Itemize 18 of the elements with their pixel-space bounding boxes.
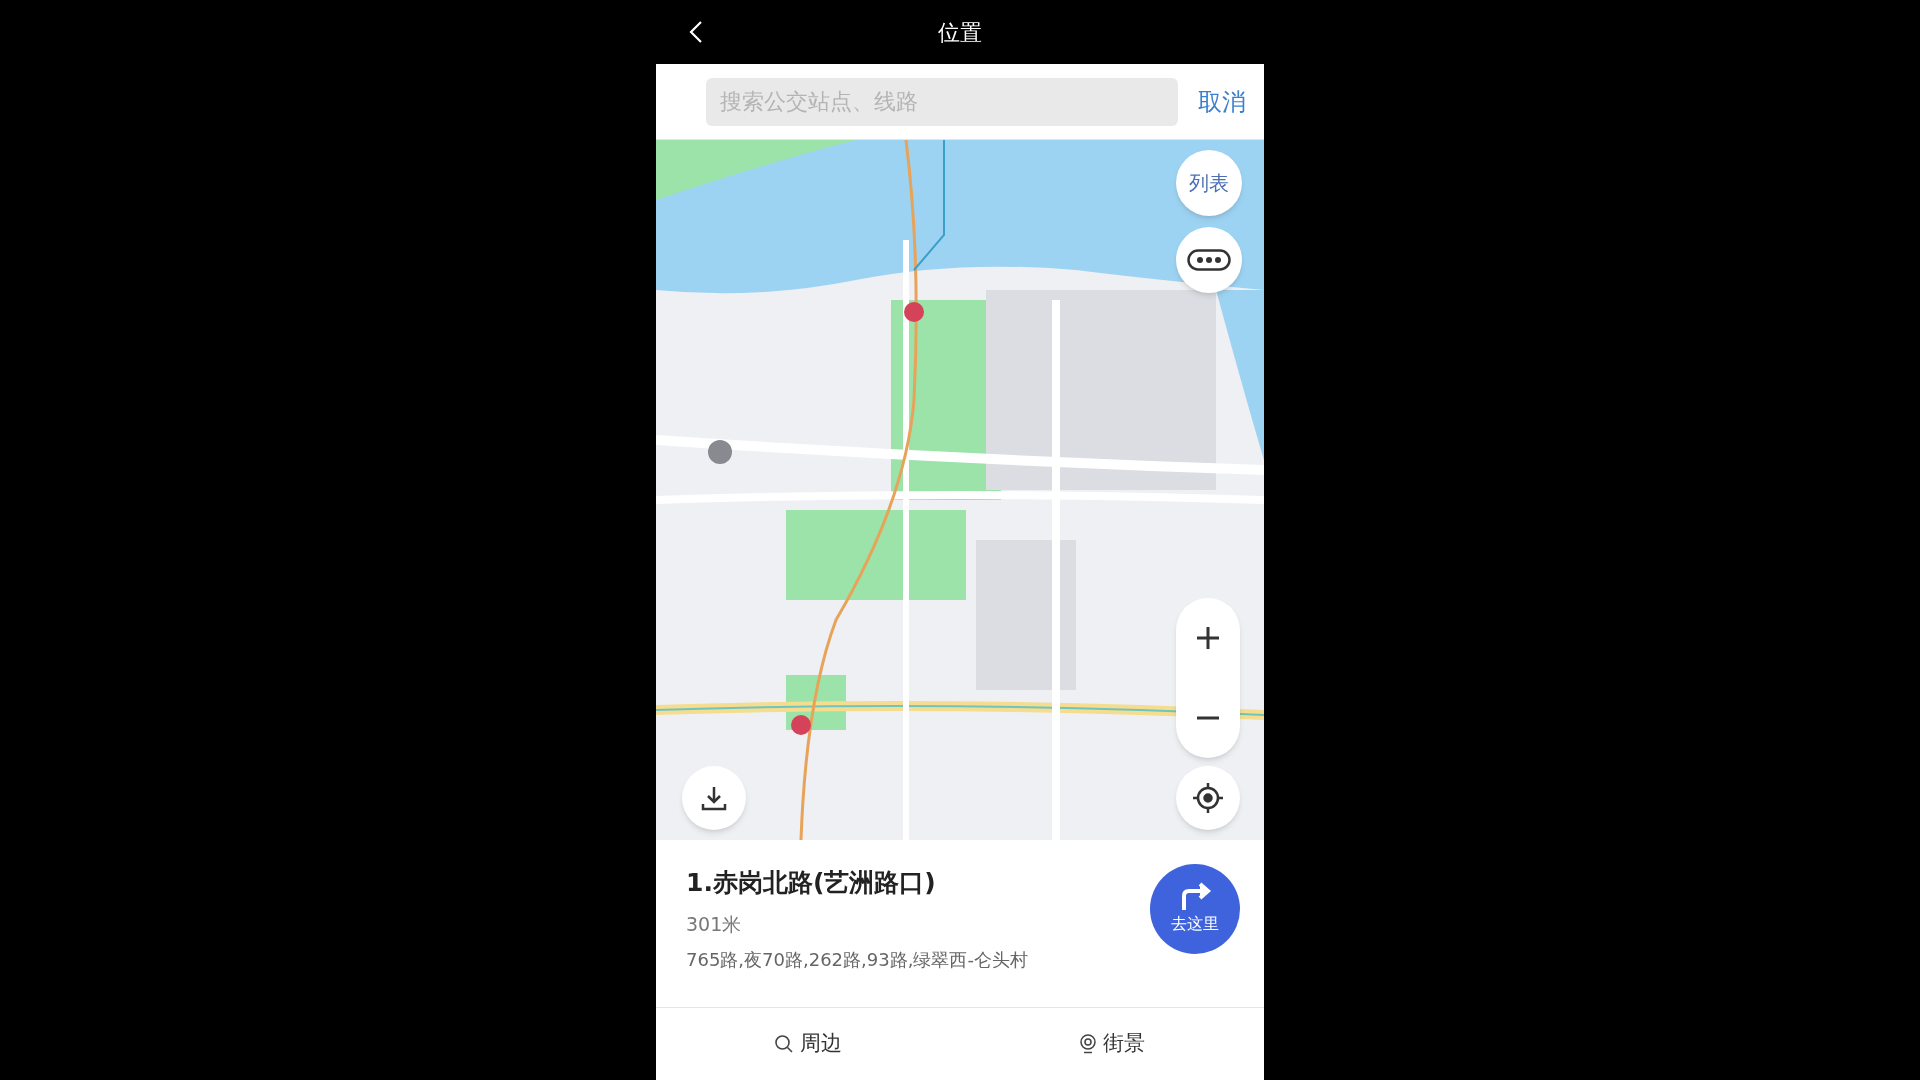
- pin-icon: [1079, 1034, 1097, 1054]
- action-tab[interactable]: 周边: [656, 1008, 960, 1080]
- stop-distance: 301米: [686, 911, 743, 937]
- search-icon: [774, 1034, 794, 1054]
- cancel-button[interactable]: 取消: [1198, 83, 1246, 120]
- plus-icon: [1196, 626, 1220, 650]
- back-icon: [689, 20, 703, 44]
- action-label: 周边: [800, 1030, 842, 1058]
- action-label: 街景: [1103, 1030, 1145, 1058]
- more-icon: [1187, 249, 1231, 271]
- action-tab[interactable]: 街景: [960, 1008, 1264, 1080]
- stop-routes: 765路,夜70路,262路,93路,绿翠西-仑头村: [686, 948, 1028, 972]
- stop-title: 1.赤岗北路(艺洲路口): [686, 867, 937, 899]
- locate-icon: [1192, 782, 1224, 814]
- go-here-button[interactable]: 去这里: [1150, 864, 1240, 954]
- download-icon: [700, 784, 728, 812]
- minus-icon: [1196, 716, 1220, 720]
- page-title: 位置: [938, 18, 982, 47]
